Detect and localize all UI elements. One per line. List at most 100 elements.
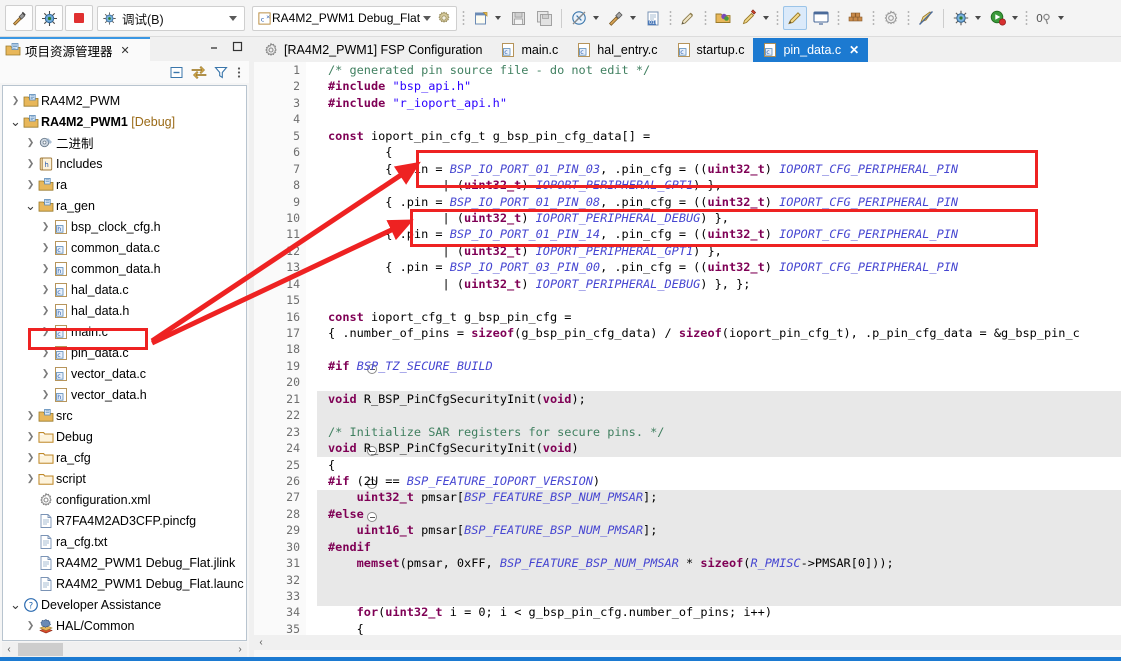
editor-tab-startup.c[interactable]: c startup.c [666, 38, 754, 62]
explorer-horizontal-scrollbar[interactable]: ‹ › [2, 642, 247, 657]
chevron-right-icon[interactable]: ❯ [39, 221, 52, 232]
build-button[interactable] [5, 5, 33, 31]
preferences-gear-button[interactable] [879, 6, 903, 30]
launch-config-combo[interactable]: c × RA4M2_PWM1 Debug_Flat [252, 5, 458, 31]
chevron-right-icon[interactable]: ❯ [39, 368, 52, 379]
tree-item-ra[interactable]: ❯ ra [3, 174, 246, 195]
chevron-down-icon[interactable]: ⌄ [24, 199, 37, 212]
tree-item-vector_data.c[interactable]: ❯ c vector_data.c [3, 363, 246, 384]
debug-button[interactable] [35, 5, 63, 31]
chevron-right-icon[interactable]: ❯ [39, 284, 52, 295]
editor-tab-pin_data.c[interactable]: c pin_data.c ✕ [753, 38, 869, 62]
chevron-right-icon[interactable]: ❯ [24, 452, 37, 463]
chevron-down-icon[interactable] [423, 15, 432, 21]
chevron-right-icon[interactable]: ❯ [39, 263, 52, 274]
maximize-icon[interactable] [231, 40, 244, 53]
chevron-down-icon[interactable] [495, 16, 502, 20]
hammer-build-button[interactable] [604, 6, 628, 30]
chevron-right-icon[interactable]: ❯ [24, 410, 37, 421]
editor-tab-hal_entry.c[interactable]: c hal_entry.c [567, 38, 667, 62]
chevron-right-icon[interactable]: ❯ [39, 347, 52, 358]
tree-item-common_data.h[interactable]: ❯ h common_data.h [3, 258, 246, 279]
chevron-down-icon[interactable]: ⌄ [9, 598, 22, 611]
tree-item-script[interactable]: ❯ script [3, 468, 246, 489]
scroll-track[interactable] [16, 643, 233, 656]
tree-item-ra4m2_pwm1-debug_flat.jlink[interactable]: RA4M2_PWM1 Debug_Flat.jlink [3, 552, 246, 573]
tree-item-ra_gen[interactable]: ⌄ ra_gen [3, 195, 246, 216]
minimize-icon[interactable] [208, 40, 221, 53]
chevron-down-icon[interactable] [975, 16, 982, 20]
chevron-right-icon[interactable]: ❯ [39, 389, 52, 400]
chevron-right-icon[interactable]: ❯ [39, 326, 52, 337]
scroll-right-icon[interactable]: › [233, 644, 247, 655]
editor-tab--ra4m2_pwm1-fsp-configuration[interactable]: [RA4M2_PWM1] FSP Configuration [254, 38, 492, 62]
tree-item-pin_data.c[interactable]: ❯ c pin_data.c [3, 342, 246, 363]
external-tools-button[interactable]: 0 [1032, 6, 1056, 30]
terminate-button[interactable] [65, 5, 93, 31]
scroll-thumb[interactable] [18, 643, 63, 656]
chevron-right-icon[interactable]: ❯ [39, 242, 52, 253]
code-view[interactable]: 1 2 3 4 5 6 7 8 9 10 11 12 13 14 15 16 17 18 19 20 21 22 23 24 2… [254, 62, 1121, 650]
tree-item-ra_cfg.txt[interactable]: ra_cfg.txt [3, 531, 246, 552]
chevron-right-icon[interactable]: ❯ [39, 305, 52, 316]
scroll-left-icon[interactable]: ‹ [254, 637, 268, 648]
tree-item-main.c[interactable]: ❯ c main.c [3, 321, 246, 342]
launch-mode-combo[interactable]: 调试(B) [97, 5, 245, 31]
save-button[interactable] [506, 6, 530, 30]
save-all-button[interactable] [532, 6, 556, 30]
build-all-button[interactable] [567, 6, 591, 30]
tree-item-hal_data.h[interactable]: ❯ h hal_data.h [3, 300, 246, 321]
brush-button[interactable] [783, 6, 808, 30]
chevron-right-icon[interactable]: ❯ [24, 620, 37, 631]
search-button[interactable] [737, 6, 761, 30]
tree-item-ra4m2_pwm1-debug_flat.launc[interactable]: RA4M2_PWM1 Debug_Flat.launc [3, 573, 246, 594]
tree-item-vector_data.h[interactable]: ❯ h vector_data.h [3, 384, 246, 405]
tree-item--[interactable]: ❯ 二进制 [3, 132, 246, 153]
tree-item-bsp_clock_cfg.h[interactable]: ❯ h bsp_clock_cfg.h [3, 216, 246, 237]
tab-project-explorer[interactable]: 项目资源管理器 ✕ [0, 37, 150, 61]
close-icon[interactable]: ✕ [121, 44, 130, 57]
chevron-right-icon[interactable]: ❯ [24, 179, 37, 190]
editor-horizontal-scrollbar[interactable]: ‹ [254, 635, 1121, 650]
tree-item-src[interactable]: ❯ src [3, 405, 246, 426]
tree-item-includes[interactable]: ❯ h Includes [3, 153, 246, 174]
view-menu-icon[interactable] [235, 65, 243, 80]
close-icon[interactable]: ✕ [849, 43, 859, 57]
pencil-button[interactable] [676, 6, 700, 30]
console-button[interactable] [809, 6, 833, 30]
chevron-down-icon[interactable]: ⌄ [9, 115, 22, 128]
numbered-doc-button[interactable]: 010 [641, 6, 665, 30]
chevron-down-icon[interactable] [1058, 16, 1065, 20]
chevron-down-icon[interactable] [630, 16, 637, 20]
filter-icon[interactable] [214, 65, 228, 80]
open-type-button[interactable] [711, 6, 735, 30]
tree-item-configuration.xml[interactable]: configuration.xml [3, 489, 246, 510]
project-tree[interactable]: ❯ RA4M2_PWM ⌄ RA4M2_PWM1 [Debug] ❯ 二进制 ❯ h Inclu… [2, 85, 247, 641]
gear-icon[interactable] [436, 10, 452, 26]
scroll-track[interactable] [268, 636, 1121, 649]
chevron-right-icon[interactable]: ❯ [24, 473, 37, 484]
tree-item-common_data.c[interactable]: ❯ c common_data.c [3, 237, 246, 258]
tree-item-debug[interactable]: ❯ Debug [3, 426, 246, 447]
tree-item-developer-assistance[interactable]: ⌄? Developer Assistance [3, 594, 246, 615]
chevron-right-icon[interactable]: ❯ [24, 137, 37, 148]
tree-item-ra4m2_pwm1[interactable]: ⌄ RA4M2_PWM1 [Debug] [3, 111, 246, 132]
debug-sources-button[interactable] [914, 6, 938, 30]
tree-item-ra4m2_pwm[interactable]: ❯ RA4M2_PWM [3, 90, 246, 111]
link-editor-icon[interactable] [191, 65, 207, 80]
run-button[interactable] [986, 6, 1010, 30]
chevron-right-icon[interactable]: ❯ [24, 431, 37, 442]
folding-column[interactable] [309, 62, 377, 650]
chevron-right-icon[interactable]: ❯ [24, 158, 37, 169]
source-code-text[interactable]: /* generated pin source file - do not ed… [328, 62, 1121, 650]
chevron-down-icon[interactable] [229, 15, 237, 21]
editor-tab-main.c[interactable]: c main.c [491, 38, 568, 62]
chevron-down-icon[interactable] [763, 16, 770, 20]
blocks-button[interactable] [844, 6, 868, 30]
chevron-down-icon[interactable] [1012, 16, 1019, 20]
scroll-left-icon[interactable]: ‹ [2, 644, 16, 655]
editor-gutter[interactable]: 1 2 3 4 5 6 7 8 9 10 11 12 13 14 15 16 17 18 19 20 21 22 23 24 2… [254, 62, 377, 650]
chevron-down-icon[interactable] [593, 16, 600, 20]
tree-item-hal/common[interactable]: ❯ HAL/Common [3, 615, 246, 636]
tree-item-r7fa4m2ad3cfp.pincfg[interactable]: R7FA4M2AD3CFP.pincfg [3, 510, 246, 531]
